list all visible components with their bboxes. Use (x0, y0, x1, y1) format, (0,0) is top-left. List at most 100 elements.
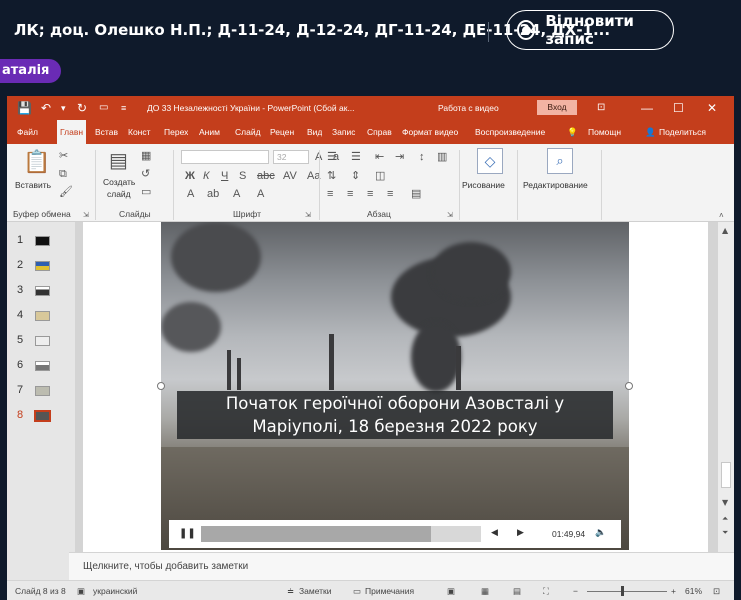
tab-design[interactable]: Конст (128, 120, 151, 144)
reset-icon[interactable]: ↺ (141, 168, 150, 180)
tab-video-format[interactable]: Формат видео (402, 120, 458, 144)
video-frame[interactable]: Початок героїчної оборони Азовсталі у Ма… (161, 222, 629, 550)
tab-insert[interactable]: Встав (95, 120, 118, 144)
line-spacing-icon[interactable]: ↕ (419, 151, 425, 163)
layout-icon[interactable]: ▦ (141, 150, 151, 162)
tab-playback[interactable]: Воспроизведение (475, 120, 545, 144)
shadow-icon[interactable]: S (239, 170, 246, 182)
slideshow-icon[interactable]: ⛶ (543, 586, 549, 597)
notes-toggle[interactable]: Заметки (299, 586, 332, 596)
align-left-icon[interactable]: ≡ (327, 188, 333, 200)
resize-handle[interactable] (625, 382, 633, 390)
clear-format-icon[interactable]: A (257, 188, 264, 200)
maximize-icon[interactable]: ☐ (673, 100, 684, 116)
present-icon[interactable]: ▭ (99, 100, 108, 116)
minimize-icon[interactable]: — (641, 100, 653, 116)
strikethrough-icon[interactable]: abc (257, 170, 275, 182)
zoom-slider-knob[interactable] (620, 586, 624, 596)
smartart-icon[interactable]: ◫ (375, 170, 385, 182)
drawing-icon[interactable]: ◇ (477, 148, 503, 174)
copy-icon[interactable]: ⧉ (59, 168, 67, 180)
distribute-icon[interactable]: ▤ (411, 188, 421, 200)
seek-back-icon[interactable]: ◀ (491, 528, 498, 538)
redo-icon[interactable]: ↻ (77, 100, 87, 116)
tab-view[interactable]: Вид (307, 120, 322, 144)
slide-thumbnail[interactable]: 2 (7, 257, 69, 275)
text-effects-icon[interactable]: A (187, 188, 194, 200)
tab-record[interactable]: Запис (332, 120, 355, 144)
slide-sorter-icon[interactable]: ▦ (481, 586, 489, 597)
bold-icon[interactable]: Ж (185, 170, 195, 182)
scroll-down-icon[interactable]: ▼ (722, 498, 728, 507)
tab-home[interactable]: Главн (57, 120, 87, 144)
font-name-input[interactable] (181, 150, 269, 164)
lightbulb-icon[interactable]: 💡 (567, 120, 578, 144)
undo-icon[interactable]: ↶ (41, 100, 51, 116)
seek-forward-icon[interactable]: ▶ (517, 528, 524, 538)
new-slide-label-1[interactable]: Создать (103, 177, 135, 187)
volume-icon[interactable]: 🔈 (595, 528, 606, 538)
new-slide-icon[interactable]: ▤ (109, 150, 128, 172)
tab-slideshow[interactable]: Слайд (235, 120, 261, 144)
participant-chip[interactable]: аталія (0, 59, 62, 83)
align-text-icon[interactable]: ⇕ (351, 170, 360, 182)
increase-indent-icon[interactable]: ⇥ (395, 151, 404, 163)
save-icon[interactable]: 💾 (17, 100, 32, 116)
reading-view-icon[interactable]: ▤ (513, 586, 521, 597)
editing-label[interactable]: Редактирование (523, 180, 588, 190)
scroll-thumb[interactable] (721, 462, 731, 488)
decrease-indent-icon[interactable]: ⇤ (375, 151, 384, 163)
paste-icon[interactable]: 📋 (23, 150, 50, 174)
normal-view-icon[interactable]: ▣ (447, 586, 455, 597)
scroll-up-icon[interactable]: ▲ (722, 226, 728, 235)
font-launcher-icon[interactable]: ⇲ (305, 210, 311, 222)
ribbon-display-icon[interactable]: ⊡ (597, 100, 605, 116)
tab-tell-me[interactable]: Помощн (588, 120, 621, 144)
tab-file[interactable]: Файл (17, 120, 38, 144)
user-icon[interactable]: 👤 (645, 120, 656, 144)
comments-icon[interactable]: ▭ (353, 586, 361, 597)
slide-thumbnail[interactable]: 7 (7, 382, 69, 400)
close-icon[interactable]: ✕ (707, 100, 717, 116)
resize-handle[interactable] (157, 382, 165, 390)
spacing-icon[interactable]: AV (283, 170, 297, 182)
tab-transitions[interactable]: Перех (164, 120, 188, 144)
font-size-input[interactable]: 32 (273, 150, 309, 164)
tab-review[interactable]: Рецен (270, 120, 294, 144)
slide-thumbnail[interactable]: 3 (7, 282, 69, 300)
customize-toolbar-icon[interactable]: ≡ (121, 100, 126, 116)
underline-icon[interactable]: Ч (221, 170, 228, 182)
zoom-slider[interactable] (587, 591, 667, 592)
highlight-icon[interactable]: ab (207, 188, 219, 200)
fit-slide-icon[interactable]: ⊡ (713, 586, 720, 597)
tab-help[interactable]: Справ (367, 120, 392, 144)
paste-label[interactable]: Вставить (15, 180, 51, 190)
undo-dropdown-icon[interactable]: ▾ (61, 100, 66, 116)
resume-recording-button[interactable]: Відновити запис (506, 10, 674, 50)
slide-thumbnail[interactable]: 1 (7, 232, 69, 250)
zoom-in-icon[interactable]: + (671, 586, 676, 596)
justify-icon[interactable]: ≡ (387, 188, 393, 200)
notes-toggle-icon[interactable]: ≐ (287, 586, 294, 597)
drawing-label[interactable]: Рисование (462, 180, 505, 190)
language-label[interactable]: украинский (93, 586, 137, 596)
clipboard-launcher-icon[interactable]: ⇲ (83, 210, 89, 222)
section-icon[interactable]: ▭ (141, 186, 151, 198)
vertical-scrollbar[interactable]: ▲ ▼ ⏶ ⏷ (718, 222, 734, 552)
slide-thumbnail[interactable]: 6 (7, 357, 69, 375)
search-icon[interactable]: ⌕ (547, 148, 573, 174)
comments-toggle[interactable]: Примечания (365, 586, 414, 596)
login-button[interactable]: Вход (537, 100, 577, 115)
numbering-icon[interactable]: ☰ (351, 151, 361, 163)
next-slide-icon[interactable]: ⏷ (722, 528, 728, 537)
columns-icon[interactable]: ▥ (437, 151, 447, 163)
bullets-icon[interactable]: ☰ (327, 151, 337, 163)
font-color-icon[interactable]: A (233, 188, 240, 200)
prev-slide-icon[interactable]: ⏶ (722, 514, 728, 523)
pause-icon[interactable]: ❚❚ (179, 528, 196, 539)
slide-thumbnail[interactable]: 4 (7, 307, 69, 325)
slide-thumbnail[interactable]: 5 (7, 332, 69, 350)
italic-icon[interactable]: К (203, 170, 209, 182)
share-button[interactable]: Поделиться (659, 120, 706, 144)
paragraph-launcher-icon[interactable]: ⇲ (447, 210, 453, 222)
